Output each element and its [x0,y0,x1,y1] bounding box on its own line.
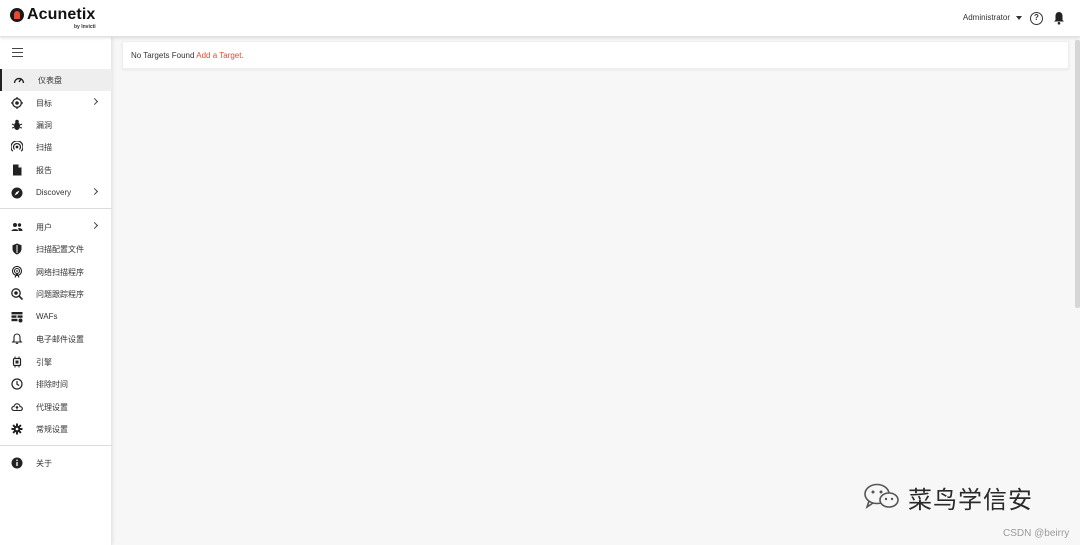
cloud-upload-icon [11,403,23,412]
chevron-right-icon [90,187,99,196]
issue-tracker-icon [11,288,23,300]
sidebar-item-label: 报告 [36,166,52,175]
sidebar-item-label: 用户 [36,223,52,232]
acunetix-logo[interactable]: Acunetix by Invicti [10,6,110,32]
sidebar-divider [0,445,112,446]
sidebar-item-reports[interactable]: 报告 [0,159,112,181]
chip-icon [12,356,22,368]
chevron-right-icon [90,97,99,106]
sidebar-item-label: 仪表盘 [38,76,62,85]
sidebar-item-scans[interactable]: 扫描 [0,136,112,158]
page-scrollbar[interactable] [1075,40,1080,308]
gauge-icon [13,77,25,84]
sidebar-item-label: 问题跟踪程序 [36,290,84,299]
sidebar-item-label: 关于 [36,459,52,468]
sidebar-item-excluded-hours[interactable]: 排除时间 [0,373,112,395]
sidebar-item-scan-profiles[interactable]: 扫描配置文件 [0,238,112,260]
sidebar-item-label: WAFs [36,312,58,321]
sidebar-item-vulnerabilities[interactable]: 漏洞 [0,114,112,136]
clock-icon [11,378,23,390]
sidebar-item-label: 网络扫描程序 [36,268,84,277]
sidebar-divider [0,208,112,209]
users-icon [11,223,23,231]
sidebar-item-label: 目标 [36,99,52,108]
sidebar-item-network-scanner[interactable]: 网络扫描程序 [0,261,112,283]
firewall-icon [11,312,23,323]
info-icon [11,457,23,469]
sidebar-item-label: 扫描 [36,143,52,152]
sidebar-item-proxy-settings[interactable]: 代理设置 [0,396,112,418]
target-icon [11,97,23,109]
sidebar-item-dashboard[interactable]: 仪表盘 [0,69,112,91]
sidebar-item-email-settings[interactable]: 电子邮件设置 [0,328,112,350]
radar-icon [11,141,23,152]
user-menu-label: Administrator [962,13,1010,22]
shield-icon [12,243,22,255]
top-bar: Acunetix by Invicti Administrator ? [0,0,1080,37]
hamburger-menu-icon[interactable] [12,48,23,58]
sidebar-item-about[interactable]: 关于 [0,452,112,474]
notifications-bell-icon[interactable] [1053,11,1065,25]
sidebar-item-users[interactable]: 用户 [0,216,112,238]
sidebar-item-label: Discovery [36,188,72,197]
help-icon[interactable]: ? [1030,12,1043,25]
gear-icon [11,423,23,435]
sidebar-item-issue-trackers[interactable]: 问题跟踪程序 [0,283,112,305]
logo-subtitle: by Invicti [74,24,96,30]
user-menu[interactable]: Administrator [963,13,1022,22]
sidebar-item-label: 常规设置 [36,425,68,434]
sidebar: 仪表盘 目标 漏洞 扫描 报告 Discovery 用户 扫描配置文件 网络扫描… [0,37,112,545]
wechat-watermark: 菜鸟学信安 [862,480,1033,514]
network-scanner-icon [11,266,23,278]
document-icon [13,164,22,176]
chevron-right-icon [90,221,99,230]
sidebar-item-label: 漏洞 [36,121,52,130]
sidebar-item-discovery[interactable]: Discovery [0,182,112,204]
sidebar-item-general-settings[interactable]: 常规设置 [0,418,112,440]
empty-state-message: No Targets Found Add a Target. [131,51,244,60]
csdn-credit: CSDN @beirry [1003,528,1070,539]
wechat-icon [864,483,899,509]
sidebar-item-label: 排除时间 [36,380,68,389]
logo-text: Acunetix [27,6,96,23]
empty-targets-card: No Targets Found Add a Target. [122,41,1069,69]
sidebar-item-targets[interactable]: 目标 [0,92,112,114]
no-targets-text: No Targets Found [131,51,197,60]
sidebar-item-label: 电子邮件设置 [36,335,84,344]
acunetix-logo-icon [10,8,24,22]
compass-icon [11,187,23,199]
sidebar-item-label: 代理设置 [36,403,68,412]
add-target-link[interactable]: Add a Target. [196,51,243,60]
watermark-text: 菜鸟学信安 [908,485,1033,514]
sidebar-item-engines[interactable]: 引擎 [0,351,112,373]
sidebar-item-label: 引擎 [36,358,52,367]
caret-down-icon [1016,15,1022,20]
bug-icon [11,119,23,130]
bell-outline-icon [11,333,23,344]
sidebar-item-label: 扫描配置文件 [36,245,84,254]
sidebar-item-wafs[interactable]: WAFs [0,306,112,328]
